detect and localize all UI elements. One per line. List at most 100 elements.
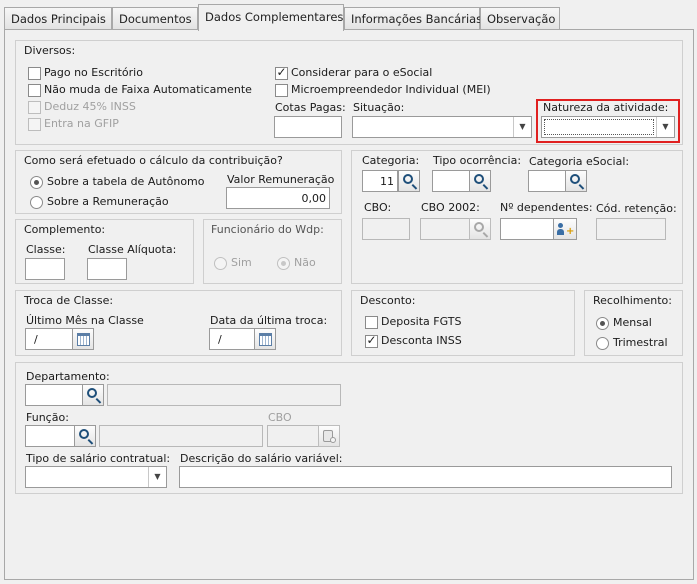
funcionario-sim-label: Sim [231, 256, 252, 269]
trimestral-radio[interactable] [596, 337, 609, 350]
ultimo-mes-input[interactable]: / [25, 328, 73, 350]
tipo-salario-select[interactable]: ▼ [25, 466, 167, 488]
cbo-input [362, 218, 410, 240]
ultimo-mes-calendar-button[interactable] [72, 328, 94, 350]
valor-remuneracao-label: Valor Remuneração [227, 173, 335, 186]
valor-remuneracao-input[interactable]: 0,00 [226, 187, 330, 209]
search-icon [474, 174, 484, 184]
funcao-description [99, 425, 263, 447]
desconta-inss-checkbox[interactable]: ✓ [365, 333, 378, 348]
tab-informacoes-bancarias[interactable]: Informações Bancárias [344, 7, 482, 30]
chevron-down-icon[interactable]: ▼ [148, 467, 166, 487]
complemento-title: Complemento: [24, 223, 106, 236]
tab-bar: Dados Principais Documentos Dados Comple… [4, 4, 694, 31]
mei-label: Microempreendedor Individual (MEI) [291, 83, 491, 96]
deduz-inss-checkbox [28, 101, 41, 114]
dependentes-label: Nº dependentes: [500, 201, 593, 214]
tipo-ocorrencia-input[interactable] [432, 170, 470, 192]
pago-escritorio-label: Pago no Escritório [44, 66, 143, 79]
tipo-ocorrencia-label: Tipo ocorrência: [433, 154, 522, 167]
cbo2002-label: CBO 2002: [421, 201, 480, 214]
nao-muda-faixa-label: Não muda de Faixa Automaticamente [44, 83, 252, 96]
tab-dados-complementares[interactable]: Dados Complementares [198, 4, 344, 31]
categoria-esocial-label: Categoria eSocial: [529, 155, 630, 168]
ultimo-mes-label: Último Mês na Classe [26, 314, 144, 327]
funcao-cbo-button [318, 425, 340, 447]
pago-escritorio-checkbox[interactable] [28, 67, 41, 80]
dependentes-button[interactable]: + [553, 218, 577, 240]
search-icon [570, 174, 580, 184]
troca-title: Troca de Classe: [24, 294, 114, 307]
departamento-input[interactable] [25, 384, 83, 406]
deposita-fgts-checkbox[interactable] [365, 316, 378, 329]
calculo-title: Como será efetuado o cálculo da contribu… [24, 154, 283, 167]
tab-dados-principais[interactable]: Dados Principais [4, 7, 112, 30]
search-icon [474, 222, 484, 232]
tipo-salario-label: Tipo de salário contratual: [26, 452, 171, 465]
check-mark-icon: ✓ [276, 65, 287, 79]
chevron-down-icon[interactable]: ▼ [656, 117, 674, 137]
categoria-esocial-input[interactable] [528, 170, 566, 192]
deduz-inss-label: Deduz 45% INSS [44, 100, 136, 113]
descricao-salario-input[interactable] [179, 466, 672, 488]
descricao-salario-label: Descrição do salário variável: [180, 452, 343, 465]
funcionario-title: Funcionário do Wdp: [211, 223, 324, 236]
mei-checkbox[interactable] [275, 84, 288, 97]
mensal-radio[interactable] [596, 317, 609, 330]
natureza-select[interactable]: ▼ [541, 116, 675, 138]
funcionario-nao-radio [277, 257, 290, 270]
desconta-inss-label: Desconta INSS [381, 334, 462, 347]
categoria-input[interactable]: 11 [362, 170, 398, 192]
funcionario-sim-radio [214, 257, 227, 270]
situacao-select[interactable]: ▼ [352, 116, 532, 138]
cod-retencao-input [596, 218, 666, 240]
calendar-icon [259, 333, 272, 346]
funcao-search-button[interactable] [74, 425, 96, 447]
departamento-description [107, 384, 341, 406]
classe-label: Classe: [26, 243, 66, 256]
remuneracao-radio[interactable] [30, 196, 43, 209]
chevron-down-icon[interactable]: ▼ [513, 117, 531, 137]
data-ultima-input[interactable]: / [209, 328, 255, 350]
focus-rect [544, 119, 654, 135]
data-ultima-calendar-button[interactable] [254, 328, 276, 350]
classe-aliquota-label: Classe Alíquota: [88, 243, 177, 256]
cbo2002-search-button [469, 218, 491, 240]
categoria-label: Categoria: [362, 154, 420, 167]
cotas-pagas-label: Cotas Pagas: [275, 101, 346, 114]
departamento-search-button[interactable] [82, 384, 104, 406]
classe-input[interactable] [25, 258, 65, 280]
funcionario-nao-label: Não [294, 256, 316, 269]
dependentes-input[interactable] [500, 218, 554, 240]
funcao-input[interactable] [25, 425, 75, 447]
funcao-label: Função: [26, 411, 69, 424]
cod-retencao-label: Cód. retenção: [596, 202, 677, 215]
categoria-esocial-search-button[interactable] [565, 170, 587, 192]
natureza-label: Natureza da atividade: [543, 101, 669, 114]
trimestral-label: Trimestral [613, 336, 668, 349]
considerar-esocial-label: Considerar para o eSocial [291, 66, 433, 79]
calendar-icon [77, 333, 90, 346]
deposita-fgts-label: Deposita FGTS [381, 315, 462, 328]
autonomo-label: Sobre a tabela de Autônomo [47, 175, 205, 188]
data-ultima-label: Data da última troca: [210, 314, 328, 327]
remuneracao-label: Sobre a Remuneração [47, 195, 169, 208]
check-mark-icon: ✓ [366, 333, 377, 347]
search-icon [87, 388, 97, 398]
nao-muda-faixa-checkbox[interactable] [28, 84, 41, 97]
tab-documentos[interactable]: Documentos [112, 7, 198, 30]
tipo-ocorrencia-search-button[interactable] [469, 170, 491, 192]
cotas-pagas-input[interactable] [274, 116, 342, 138]
considerar-esocial-checkbox[interactable]: ✓ [275, 65, 288, 80]
autonomo-radio[interactable] [30, 176, 43, 189]
situacao-label: Situação: [353, 101, 405, 114]
funcao-cbo-label: CBO [268, 411, 292, 424]
departamento-label: Departamento: [26, 370, 110, 383]
cbo2002-input [420, 218, 470, 240]
entra-gfip-checkbox [28, 118, 41, 131]
cbo-label: CBO: [364, 201, 392, 214]
categoria-search-button[interactable] [398, 170, 420, 192]
search-icon [403, 174, 413, 184]
classe-aliquota-input[interactable] [87, 258, 127, 280]
tab-observacao[interactable]: Observação [480, 7, 560, 30]
